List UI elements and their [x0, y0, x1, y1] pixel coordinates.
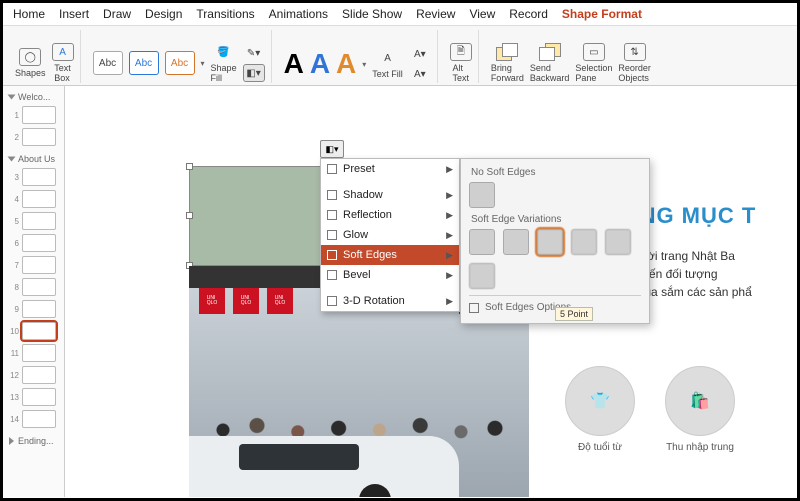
- fx-3d-rotation[interactable]: 3-D Rotation▶: [321, 291, 459, 311]
- reorder-icon: ⇅: [624, 43, 646, 61]
- bring-forward-icon: [496, 43, 518, 61]
- circle-image-1: 👕: [565, 366, 635, 436]
- chevron-right-icon: [9, 437, 14, 445]
- group-shape-styles: Abc Abc Abc ▾ 🪣 Shape Fill ✎▾ ◧▾: [87, 30, 272, 83]
- thumb-12[interactable]: [22, 366, 56, 384]
- wordart-more[interactable]: ▾: [362, 60, 366, 69]
- soft-edges-gallery: No Soft Edges Soft Edge Variations 5 Poi…: [460, 158, 650, 324]
- group-wordart: A A A ▾ A Text Fill A▾ A▾: [278, 30, 438, 83]
- thumb-8[interactable]: [22, 278, 56, 296]
- fx-preset[interactable]: Preset▶: [321, 159, 459, 179]
- wordart-style-1[interactable]: A: [284, 48, 304, 80]
- textbox-icon: A: [52, 43, 74, 61]
- tab-draw[interactable]: Draw: [103, 7, 131, 21]
- tab-record[interactable]: Record: [509, 7, 548, 21]
- thumb-13[interactable]: [22, 388, 56, 406]
- slide-canvas[interactable]: UNI QLO UNI QLO UNI QLO UNI QLO UNI QLO …: [65, 86, 797, 497]
- section-about[interactable]: About Us: [3, 148, 64, 166]
- thumb-1[interactable]: [22, 106, 56, 124]
- wordart-style-3[interactable]: A: [336, 48, 356, 80]
- fx-bevel[interactable]: Bevel▶: [321, 265, 459, 285]
- shape-style-1[interactable]: Abc: [93, 51, 123, 75]
- thumb-5[interactable]: [22, 212, 56, 230]
- selection-pane-icon: ▭: [583, 43, 605, 61]
- gallery-header-none: No Soft Edges: [471, 167, 641, 178]
- text-outline-button[interactable]: A▾: [409, 45, 431, 63]
- main-area: Welco... 1 2 About Us 3 4 5 6 7 8 9 10 1…: [3, 86, 797, 497]
- chevron-down-icon: [8, 95, 16, 100]
- tab-animations[interactable]: Animations: [269, 7, 328, 21]
- fx-soft-edges[interactable]: Soft Edges▶: [321, 245, 459, 265]
- gallery-header-variations: Soft Edge Variations: [471, 214, 641, 225]
- shapes-icon: ◯: [19, 48, 41, 66]
- soft-edge-5pt[interactable]: [537, 229, 563, 255]
- soft-edge-none[interactable]: [469, 182, 495, 208]
- shape-style-2[interactable]: Abc: [129, 51, 159, 75]
- group-arrange: Bring Forward Send Backward ▭ Selection …: [485, 30, 657, 83]
- text-fill-icon: A: [377, 49, 399, 67]
- shape-style-3[interactable]: Abc: [165, 51, 195, 75]
- resize-handle[interactable]: [186, 212, 193, 219]
- soft-edge-50pt[interactable]: [469, 263, 495, 289]
- thumb-2[interactable]: [22, 128, 56, 146]
- thumb-10[interactable]: [22, 322, 56, 340]
- soft-edge-25pt[interactable]: [605, 229, 631, 255]
- thumb-11[interactable]: [22, 344, 56, 362]
- circle-image-2: 🛍️: [665, 366, 735, 436]
- shape-fill-button[interactable]: 🪣 Shape Fill: [211, 43, 237, 83]
- tab-review[interactable]: Review: [416, 7, 455, 21]
- text-fill-button[interactable]: A Text Fill: [372, 49, 403, 79]
- slide-circles: 👕 Độ tuổi từ 🛍️ Thu nhập trung: [565, 366, 735, 453]
- ribbon: ◯ Shapes A Text Box Abc Abc Abc ▾ 🪣 Shap…: [3, 26, 797, 86]
- shape-style-more[interactable]: ▾: [201, 59, 205, 68]
- shape-effects-menu: Preset▶ Shadow▶ Reflection▶ Glow▶ Soft E…: [320, 158, 460, 312]
- send-backward-icon: [539, 43, 561, 61]
- shape-outline-button[interactable]: ✎▾: [243, 44, 265, 62]
- reorder-objects-button[interactable]: ⇅ Reorder Objects: [618, 43, 651, 83]
- textbox-button[interactable]: A Text Box: [52, 43, 74, 83]
- tooltip: 5 Point: [555, 307, 593, 321]
- section-ending[interactable]: Ending...: [3, 430, 64, 448]
- bucket-icon: 🪣: [213, 43, 235, 61]
- send-backward-button[interactable]: Send Backward: [530, 43, 570, 83]
- alt-text-icon: 🗎: [450, 43, 472, 61]
- fx-reflection[interactable]: Reflection▶: [321, 205, 459, 225]
- thumb-6[interactable]: [22, 234, 56, 252]
- wordart-style-2[interactable]: A: [310, 48, 330, 80]
- tab-insert[interactable]: Insert: [59, 7, 89, 21]
- slide-thumbnails[interactable]: Welco... 1 2 About Us 3 4 5 6 7 8 9 10 1…: [3, 86, 65, 497]
- thumb-9[interactable]: [22, 300, 56, 318]
- shape-effects-button[interactable]: ◧▾: [243, 64, 265, 82]
- shape-effects-dropdown[interactable]: ◧▾: [320, 140, 344, 158]
- tab-slideshow[interactable]: Slide Show: [342, 7, 402, 21]
- tab-view[interactable]: View: [469, 7, 495, 21]
- group-alt-text: 🗎 Alt Text: [444, 30, 479, 83]
- tab-design[interactable]: Design: [145, 7, 182, 21]
- fx-glow[interactable]: Glow▶: [321, 225, 459, 245]
- bring-forward-button[interactable]: Bring Forward: [491, 43, 524, 83]
- section-welco[interactable]: Welco...: [3, 86, 64, 104]
- selection-pane-button[interactable]: ▭ Selection Pane: [575, 43, 612, 83]
- fx-shadow[interactable]: Shadow▶: [321, 185, 459, 205]
- thumb-14[interactable]: [22, 410, 56, 428]
- thumb-7[interactable]: [22, 256, 56, 274]
- soft-edge-2pt[interactable]: [503, 229, 529, 255]
- resize-handle[interactable]: [186, 163, 193, 170]
- group-insert: ◯ Shapes A Text Box: [9, 30, 81, 83]
- ribbon-tabs: Home Insert Draw Design Transitions Anim…: [3, 3, 797, 26]
- tab-transitions[interactable]: Transitions: [196, 7, 254, 21]
- text-effects-button[interactable]: A▾: [409, 65, 431, 83]
- tab-shape-format[interactable]: Shape Format: [562, 7, 642, 21]
- alt-text-button[interactable]: 🗎 Alt Text: [450, 43, 472, 83]
- soft-edge-10pt[interactable]: [571, 229, 597, 255]
- soft-edge-1pt[interactable]: [469, 229, 495, 255]
- thumb-3[interactable]: [22, 168, 56, 186]
- tab-home[interactable]: Home: [13, 7, 45, 21]
- chevron-down-icon: [8, 157, 16, 162]
- thumb-4[interactable]: [22, 190, 56, 208]
- shapes-button[interactable]: ◯ Shapes: [15, 48, 46, 78]
